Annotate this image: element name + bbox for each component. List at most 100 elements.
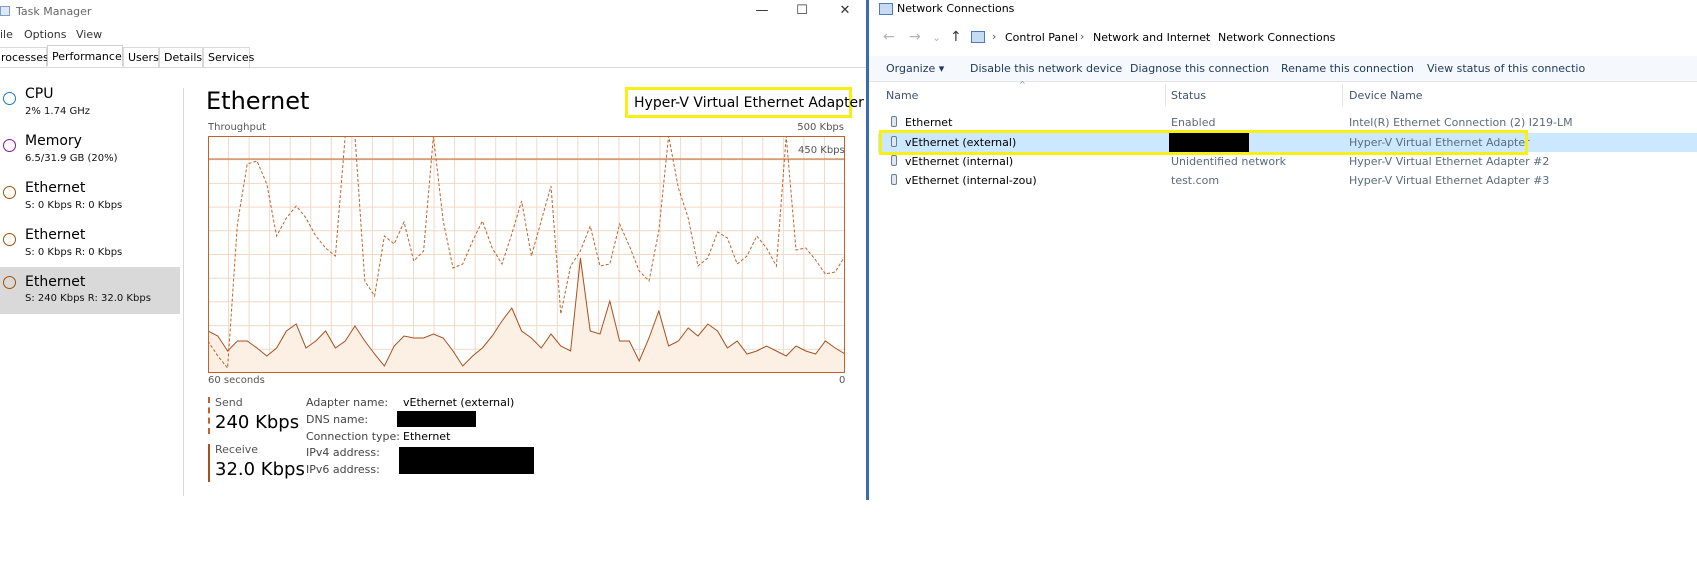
connection-status: Unidentified network — [1171, 155, 1287, 168]
sidebar-item-subtext: 6.5/31.9 GB (20%) — [25, 153, 118, 164]
redacted-ip-addresses — [399, 447, 534, 474]
column-header-device-name[interactable]: Device Name — [1349, 89, 1423, 102]
dns-name-key: DNS name: — [306, 413, 369, 426]
connection-name: Ethernet — [905, 116, 953, 129]
connection-type-key: Connection type: — [306, 430, 401, 443]
sidebar-divider — [183, 88, 184, 496]
network-adapter-icon — [891, 174, 897, 185]
menu-options[interactable]: Options — [24, 28, 66, 41]
up-arrow-icon[interactable]: ↑ — [950, 29, 962, 45]
connection-device: Hyper-V Virtual Ethernet Adapter #3 — [1349, 174, 1550, 187]
breadcrumb-control-panel[interactable]: Control Panel — [1005, 31, 1078, 44]
ethernet-indicator-icon — [3, 233, 16, 246]
ipv6-address-key: IPv6 address: — [306, 463, 380, 476]
forward-arrow-icon[interactable]: → — [909, 29, 921, 45]
receive-legend-bar — [208, 444, 210, 482]
connection-name: vEthernet (internal-zou) — [905, 174, 1037, 187]
ipv4-address-key: IPv4 address: — [306, 446, 380, 459]
window-title: Network Connections — [897, 2, 1015, 15]
adapter-name-value: vEthernet (external) — [403, 396, 515, 409]
scale-line-label: 450 Kbps — [798, 145, 845, 156]
tab-processes[interactable]: rocesses — [0, 47, 49, 67]
connection-status: Enabled — [1171, 116, 1216, 129]
sidebar-item-subtext: S: 0 Kbps R: 0 Kbps — [25, 200, 123, 211]
view-status-button[interactable]: View status of this connectio — [1427, 62, 1585, 75]
sidebar-item-cpu[interactable]: CPU 2% 1.74 GHz — [0, 86, 180, 132]
network-adapter-icon — [891, 155, 897, 166]
redacted-dns-name — [397, 411, 476, 427]
cpu-indicator-icon — [3, 92, 16, 105]
column-divider[interactable] — [1342, 84, 1343, 106]
command-toolbar: Organize ▾ Disable this network device D… — [869, 56, 1697, 82]
column-header-name[interactable]: Name — [886, 89, 918, 102]
receive-area — [208, 258, 845, 373]
sidebar-item-memory[interactable]: Memory 6.5/31.9 GB (20%) — [0, 133, 180, 179]
tab-details[interactable]: Details — [159, 47, 203, 67]
breadcrumb-network-connections[interactable]: Network Connections — [1218, 31, 1335, 44]
connection-name: vEthernet (internal) — [905, 155, 1014, 168]
rename-connection-button[interactable]: Rename this connection — [1281, 62, 1414, 75]
ethernet-indicator-icon — [3, 276, 16, 289]
tab-performance[interactable]: Performance — [47, 45, 123, 66]
sidebar-item-subtext: S: 240 Kbps R: 32.0 Kbps — [25, 293, 151, 304]
sidebar-item-subtext: S: 0 Kbps R: 0 Kbps — [25, 247, 123, 258]
organize-button[interactable]: Organize ▾ — [886, 62, 944, 75]
network-connections-window: Network Connections ← → ⌄ ↑ › Control Pa… — [866, 0, 1697, 500]
menu-file[interactable]: ile — [0, 28, 13, 41]
sidebar-item-ethernet-3[interactable]: Ethernet S: 240 Kbps R: 32.0 Kbps — [0, 267, 180, 314]
tab-users[interactable]: Users — [123, 47, 159, 67]
minimize-button[interactable]: — — [742, 0, 782, 24]
breadcrumb-network-and-internet[interactable]: Network and Internet — [1093, 31, 1210, 44]
receive-label: Receive — [215, 443, 259, 456]
tab-divider — [0, 67, 866, 68]
tab-services[interactable]: Services — [203, 47, 254, 67]
sidebar-item-label: Memory — [25, 133, 82, 149]
sidebar-item-label: Ethernet — [25, 180, 86, 196]
column-divider[interactable] — [1165, 84, 1166, 106]
graph-max-label: 500 Kbps — [797, 122, 844, 133]
selected-row-highlight — [879, 130, 1528, 155]
receive-value: 32.0 Kbps — [215, 459, 305, 480]
sidebar-item-label: Ethernet — [25, 227, 86, 243]
send-value: 240 Kbps — [215, 412, 300, 433]
maximize-button[interactable]: ☐ — [782, 0, 822, 24]
connection-status: test.com — [1171, 174, 1220, 187]
task-manager-window: Task Manager — ☐ ✕ ile Options View roce… — [0, 0, 866, 500]
sidebar-item-label: Ethernet — [25, 274, 86, 290]
sidebar-item-label: CPU — [25, 86, 54, 102]
ethernet-indicator-icon — [3, 186, 16, 199]
time-axis-right-label: 0 — [839, 375, 846, 386]
close-button[interactable]: ✕ — [825, 0, 865, 24]
connection-type-value: Ethernet — [403, 430, 451, 443]
control-panel-icon — [971, 31, 985, 43]
recent-locations-chevron-icon[interactable]: ⌄ — [932, 31, 941, 44]
breadcrumb-separator-icon: › — [1080, 30, 1085, 43]
page-title: Ethernet — [206, 87, 310, 115]
sidebar-item-ethernet-1[interactable]: Ethernet S: 0 Kbps R: 0 Kbps — [0, 180, 180, 226]
send-line — [208, 136, 845, 370]
breadcrumb-separator-icon: › — [1205, 30, 1210, 43]
sidebar-item-subtext: 2% 1.74 GHz — [25, 106, 91, 117]
network-adapter-icon — [891, 116, 897, 127]
menu-view[interactable]: View — [76, 28, 102, 41]
connection-device: Hyper-V Virtual Ethernet Adapter #2 — [1349, 155, 1550, 168]
column-header-status[interactable]: Status — [1171, 89, 1206, 102]
connection-device: Intel(R) Ethernet Connection (2) I219-LM — [1349, 116, 1573, 129]
adapter-name-heading: Hyper-V Virtual Ethernet Adapter — [625, 87, 864, 118]
memory-indicator-icon — [3, 139, 16, 152]
window-title: Task Manager — [16, 5, 92, 18]
task-manager-app-icon — [0, 6, 10, 16]
throughput-label: Throughput — [208, 122, 267, 133]
network-connections-app-icon — [879, 3, 893, 15]
back-arrow-icon[interactable]: ← — [883, 29, 895, 45]
breadcrumb-separator-icon: › — [992, 30, 997, 43]
time-axis-left-label: 60 seconds — [208, 375, 265, 386]
throughput-graph — [208, 136, 845, 373]
list-item[interactable]: vEthernet (internal-zou) test.com Hyper-… — [878, 171, 1697, 190]
send-label: Send — [215, 396, 243, 409]
disable-device-button[interactable]: Disable this network device — [970, 62, 1122, 75]
diagnose-connection-button[interactable]: Diagnose this connection — [1130, 62, 1269, 75]
adapter-name-key: Adapter name: — [306, 396, 389, 409]
sort-ascending-icon: ^ — [1019, 80, 1026, 89]
send-legend-bar — [208, 397, 210, 434]
